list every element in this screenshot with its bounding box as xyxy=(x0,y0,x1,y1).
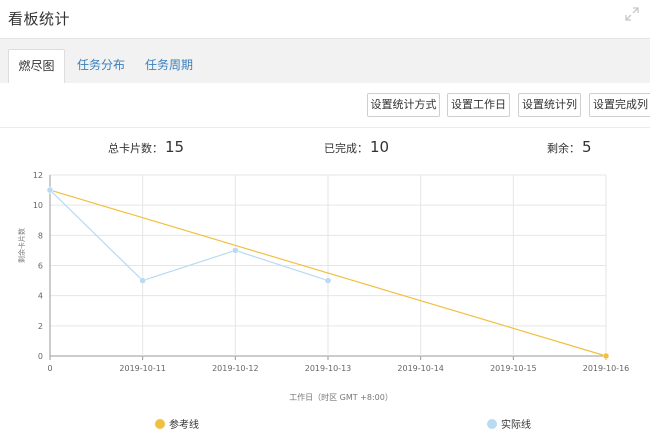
burndown-chart: 0 2 4 6 8 10 12 0 2019-10-11 2019-10-12 2019-10-13… xyxy=(17,171,630,431)
data-point[interactable] xyxy=(139,277,146,284)
x-axis-label: 工作日（时区 GMT +8:00） xyxy=(289,392,393,402)
y-tick-label: 2 xyxy=(38,322,43,331)
x-tick-label: 2019-10-11 xyxy=(119,364,166,373)
x-tick-label: 2019-10-14 xyxy=(397,364,444,373)
legend-label: 参考线 xyxy=(169,418,199,431)
data-point[interactable] xyxy=(324,277,332,284)
y-tick-label: 8 xyxy=(38,231,43,240)
x-tick-label: 2019-10-15 xyxy=(490,364,537,373)
y-axis-label: 剩余卡片数 xyxy=(17,228,26,263)
y-tick-label: 12 xyxy=(33,171,43,180)
data-point[interactable] xyxy=(602,352,610,360)
y-tick-label: 6 xyxy=(38,262,43,271)
data-point[interactable] xyxy=(46,186,54,194)
y-tick-label: 10 xyxy=(33,201,43,210)
y-tick-label: 4 xyxy=(38,292,43,301)
y-tick-label: 0 xyxy=(38,352,43,361)
x-tick-label: 2019-10-13 xyxy=(305,364,352,373)
legend-marker xyxy=(155,419,165,429)
x-tick-label: 2019-10-12 xyxy=(212,364,259,373)
legend-marker xyxy=(487,419,497,429)
legend-label: 实际线 xyxy=(501,418,531,431)
x-tick-label: 0 xyxy=(47,364,52,373)
data-point[interactable] xyxy=(232,247,239,254)
x-tick-label: 2019-10-16 xyxy=(583,364,630,373)
